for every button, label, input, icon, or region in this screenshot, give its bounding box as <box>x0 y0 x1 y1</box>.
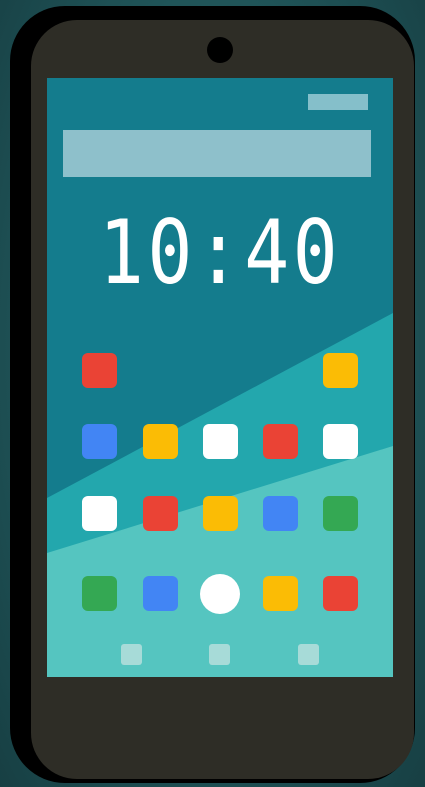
yellow-app-icon[interactable] <box>263 576 298 611</box>
phone-screen: 10:40 <box>47 78 393 677</box>
blue-app-icon[interactable] <box>143 576 178 611</box>
yellow-app-icon[interactable] <box>203 496 238 531</box>
red-app-icon[interactable] <box>263 424 298 459</box>
yellow-app-icon[interactable] <box>323 353 358 388</box>
nav-home-icon[interactable] <box>209 644 230 665</box>
green-app-icon[interactable] <box>82 576 117 611</box>
white-app-icon[interactable] <box>82 496 117 531</box>
white-app-icon[interactable] <box>323 424 358 459</box>
white-app-icon[interactable] <box>203 424 238 459</box>
green-app-icon[interactable] <box>323 496 358 531</box>
red-app-icon[interactable] <box>143 496 178 531</box>
white-circle-icon[interactable] <box>200 574 240 614</box>
nav-back-icon[interactable] <box>121 644 142 665</box>
blue-app-icon[interactable] <box>263 496 298 531</box>
yellow-app-icon[interactable] <box>143 424 178 459</box>
clock-time: 10:40 <box>98 201 342 304</box>
search-bar[interactable] <box>63 130 371 177</box>
red-app-icon[interactable] <box>323 576 358 611</box>
camera-icon <box>207 37 233 63</box>
status-bar-indicator <box>308 94 368 110</box>
nav-recent-icon[interactable] <box>298 644 319 665</box>
red-app-icon[interactable] <box>82 353 117 388</box>
blue-app-icon[interactable] <box>82 424 117 459</box>
